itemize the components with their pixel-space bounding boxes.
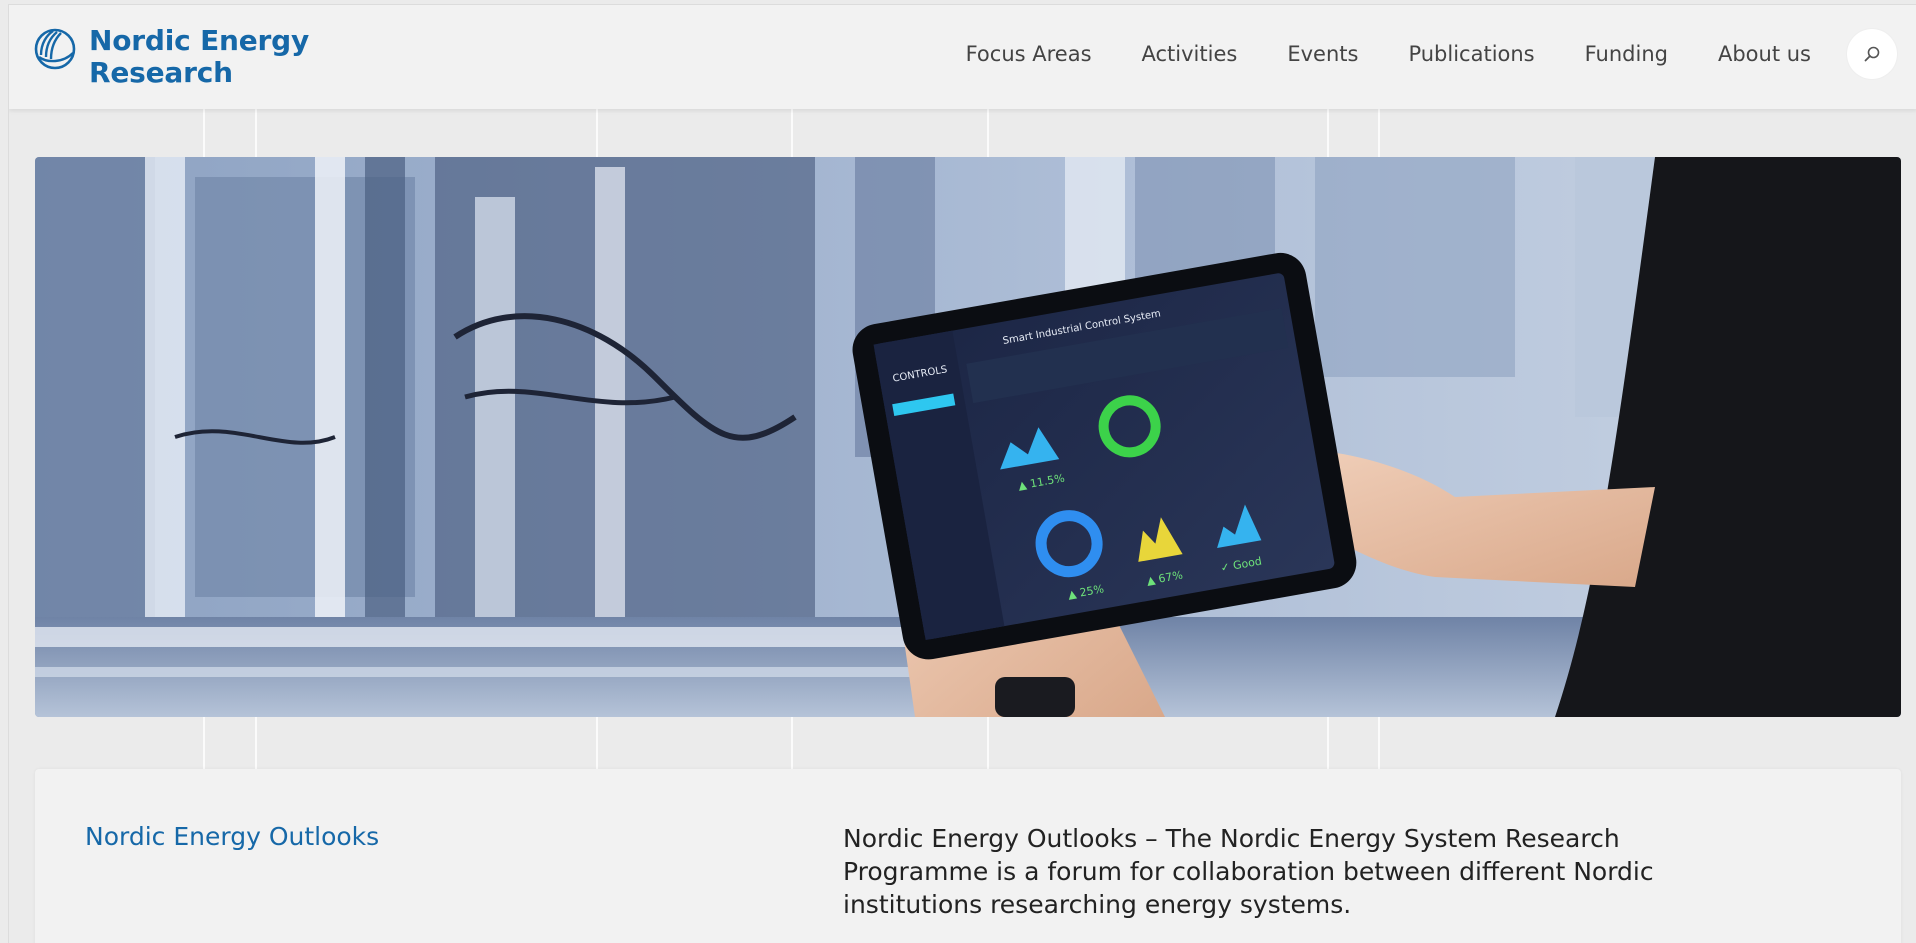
nav-funding[interactable]: Funding <box>1585 42 1668 66</box>
brand-logo[interactable]: Nordic Energy Research <box>33 25 309 89</box>
intro-description: Nordic Energy Outlooks – The Nordic Ener… <box>843 824 1654 919</box>
search-button[interactable] <box>1847 29 1897 79</box>
site-header: Nordic Energy Research Focus Areas Activ… <box>9 5 1916 109</box>
page-frame: Nordic Energy Research Focus Areas Activ… <box>8 4 1916 943</box>
main-nav: Focus Areas Activities Events Publicatio… <box>916 29 1897 79</box>
brand-line-1: Nordic Energy <box>89 24 310 57</box>
hero-image: CONTROLS Smart Industrial Control System… <box>35 157 1901 717</box>
brand-name: Nordic Energy Research <box>89 25 309 89</box>
nav-about-us[interactable]: About us <box>1718 42 1811 66</box>
hero-illustration: CONTROLS Smart Industrial Control System… <box>35 157 1901 717</box>
nav-focus-areas[interactable]: Focus Areas <box>966 42 1092 66</box>
nav-publications[interactable]: Publications <box>1408 42 1534 66</box>
nav-activities[interactable]: Activities <box>1142 42 1238 66</box>
swan-logo-icon <box>34 28 76 70</box>
brand-line-2: Research <box>89 56 233 89</box>
intro-title[interactable]: Nordic Energy Outlooks <box>85 822 379 851</box>
intro-card: Nordic Energy Outlooks Nordic Energy Out… <box>35 769 1901 943</box>
search-icon <box>1864 46 1880 62</box>
nav-events[interactable]: Events <box>1287 42 1358 66</box>
